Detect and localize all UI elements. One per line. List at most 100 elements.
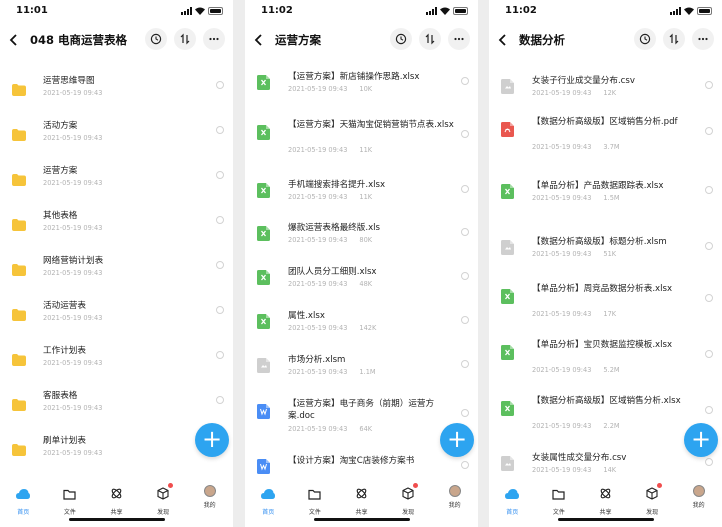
- add-button[interactable]: +: [195, 423, 229, 457]
- excel-file-icon: [257, 75, 270, 94]
- nav-header: 运营方案: [245, 26, 478, 54]
- list-item[interactable]: 【数据分析高级版】标题分析.xlsm 2021-05-19 09:43 51K: [489, 236, 722, 276]
- list-item[interactable]: 手机端搜索排名提升.xlsx 2021-05-19 09:43 11K: [245, 179, 478, 219]
- sort-button[interactable]: [419, 28, 441, 50]
- discover-cube-icon: [646, 485, 658, 504]
- wifi-icon: [440, 7, 450, 15]
- tab-share[interactable]: 共享: [338, 479, 385, 516]
- history-button[interactable]: [145, 28, 167, 50]
- select-radio[interactable]: [216, 171, 224, 179]
- select-radio[interactable]: [216, 261, 224, 269]
- list-item[interactable]: 爆款运营表格最终版.xls 2021-05-19 09:43 80K: [245, 222, 478, 262]
- file-name: 【单品分析】宝贝数据监控模板.xlsx: [532, 340, 673, 350]
- select-radio[interactable]: [705, 127, 713, 135]
- more-button[interactable]: [448, 28, 470, 50]
- select-radio[interactable]: [461, 409, 469, 417]
- list-item[interactable]: 网络营销计划表 2021-05-19 09:43: [0, 255, 233, 295]
- tab-files[interactable]: 文件: [536, 479, 583, 516]
- select-radio[interactable]: [216, 351, 224, 359]
- sort-button[interactable]: [174, 28, 196, 50]
- list-item[interactable]: 【单品分析】周竞品数据分析表.xlsx 2021-05-19 09:43 17K: [489, 284, 722, 325]
- back-arrow-icon[interactable]: [495, 32, 511, 48]
- folder-icon: [12, 306, 26, 325]
- history-button[interactable]: [390, 28, 412, 50]
- list-item[interactable]: 运营方案 2021-05-19 09:43: [0, 165, 233, 205]
- tab-discover[interactable]: 发现: [629, 479, 676, 516]
- select-radio[interactable]: [705, 406, 713, 414]
- list-item[interactable]: 其他表格 2021-05-19 09:43: [0, 210, 233, 250]
- list-item[interactable]: 【设计方案】淘宝C店装修方案书: [245, 455, 478, 477]
- tab-home[interactable]: 首页: [0, 479, 47, 516]
- select-radio[interactable]: [216, 216, 224, 224]
- page-title: 数据分析: [519, 33, 565, 47]
- back-arrow-icon[interactable]: [251, 32, 267, 48]
- sort-button[interactable]: [663, 28, 685, 50]
- tab-files[interactable]: 文件: [47, 479, 94, 516]
- list-item[interactable]: 工作计划表 2021-05-19 09:43: [0, 345, 233, 385]
- tab-discover[interactable]: 发现: [385, 479, 432, 516]
- list-item[interactable]: 【运营方案】天猫淘宝促销营销节点表.xlsx 2021-05-19 09:43 11…: [245, 120, 478, 161]
- add-button[interactable]: +: [684, 423, 718, 457]
- select-radio[interactable]: [461, 130, 469, 138]
- file-name: 【运营方案】新店铺操作思路.xlsx: [288, 72, 420, 82]
- tab-home[interactable]: 首页: [489, 479, 536, 516]
- list-item[interactable]: 女装属性成交量分布.csv 2021-05-19 09:43 14K: [489, 452, 722, 477]
- status-bar: 11:01: [0, 0, 233, 24]
- select-radio[interactable]: [461, 185, 469, 193]
- select-radio[interactable]: [461, 77, 469, 85]
- tab-files[interactable]: 文件: [292, 479, 339, 516]
- select-radio[interactable]: [216, 306, 224, 314]
- tab-share[interactable]: 共享: [93, 479, 140, 516]
- select-radio[interactable]: [705, 458, 713, 466]
- list-item[interactable]: 女装子行业成交量分布.csv 2021-05-19 09:43 12K: [489, 75, 722, 115]
- list-item[interactable]: 活动运营表 2021-05-19 09:43: [0, 300, 233, 340]
- list-item[interactable]: 运营思维导图 2021-05-19 09:43: [0, 75, 233, 115]
- list-item[interactable]: 客服表格 2021-05-19 09:43: [0, 390, 233, 430]
- tab-me[interactable]: 我的: [186, 479, 233, 515]
- list-item[interactable]: 【运营方案】新店铺操作思路.xlsx 2021-05-19 09:43 10K: [245, 71, 478, 111]
- file-meta: 2021-05-19 09:43: [43, 179, 126, 187]
- more-button[interactable]: [692, 28, 714, 50]
- list-item[interactable]: 【单品分析】宝贝数据监控模板.xlsx 2021-05-19 09:43 5.2M: [489, 340, 722, 381]
- signal-icon: [426, 7, 437, 15]
- list-item[interactable]: 市场分析.xlsm 2021-05-19 09:43 1.1M: [245, 354, 478, 394]
- history-button[interactable]: [634, 28, 656, 50]
- tab-share[interactable]: 共享: [582, 479, 629, 516]
- select-radio[interactable]: [216, 396, 224, 404]
- select-radio[interactable]: [705, 294, 713, 302]
- select-radio[interactable]: [216, 81, 224, 89]
- select-radio[interactable]: [461, 360, 469, 368]
- notification-dot: [168, 483, 174, 488]
- select-radio[interactable]: [705, 242, 713, 250]
- tab-me[interactable]: 我的: [431, 479, 478, 515]
- back-arrow-icon[interactable]: [6, 32, 22, 48]
- list-item[interactable]: 【单品分析】产品数据跟踪表.xlsx 2021-05-19 09:43 1.5M: [489, 180, 722, 220]
- file-size: 14K: [603, 466, 617, 474]
- select-radio[interactable]: [705, 186, 713, 194]
- tab-discover[interactable]: 发现: [140, 479, 187, 516]
- file-date: 2021-05-19 09:43: [532, 366, 592, 374]
- avatar: [203, 485, 216, 497]
- nav-header: 048 电商运营表格: [0, 26, 233, 54]
- tab-home[interactable]: 首页: [245, 479, 292, 516]
- more-button[interactable]: [203, 28, 225, 50]
- add-button[interactable]: +: [440, 423, 474, 457]
- tab-me[interactable]: 我的: [675, 479, 722, 515]
- list-item[interactable]: 【数据分析高级版】区域销售分析.pdf 2021-05-19 09:43 3.7M: [489, 117, 722, 158]
- select-radio[interactable]: [216, 126, 224, 134]
- file-name: 网络营销计划表: [43, 256, 104, 266]
- select-radio[interactable]: [461, 461, 469, 469]
- generic-file-icon: [257, 358, 270, 377]
- select-radio[interactable]: [705, 81, 713, 89]
- file-name: 活动方案: [43, 121, 78, 131]
- select-radio[interactable]: [705, 350, 713, 358]
- file-list: 运营思维导图 2021-05-19 09:43 活动方案 2021-05-19 09:…: [0, 60, 233, 477]
- select-radio[interactable]: [461, 316, 469, 324]
- list-item[interactable]: 活动方案 2021-05-19 09:43: [0, 120, 233, 160]
- file-date: 2021-05-19 09:43: [43, 179, 103, 187]
- list-item[interactable]: 属性.xlsx 2021-05-19 09:43 142K: [245, 310, 478, 350]
- select-radio[interactable]: [461, 272, 469, 280]
- select-radio[interactable]: [461, 228, 469, 236]
- file-name: 女装属性成交量分布.csv: [532, 453, 627, 463]
- list-item[interactable]: 团队人员分工细则.xlsx 2021-05-19 09:43 48K: [245, 266, 478, 306]
